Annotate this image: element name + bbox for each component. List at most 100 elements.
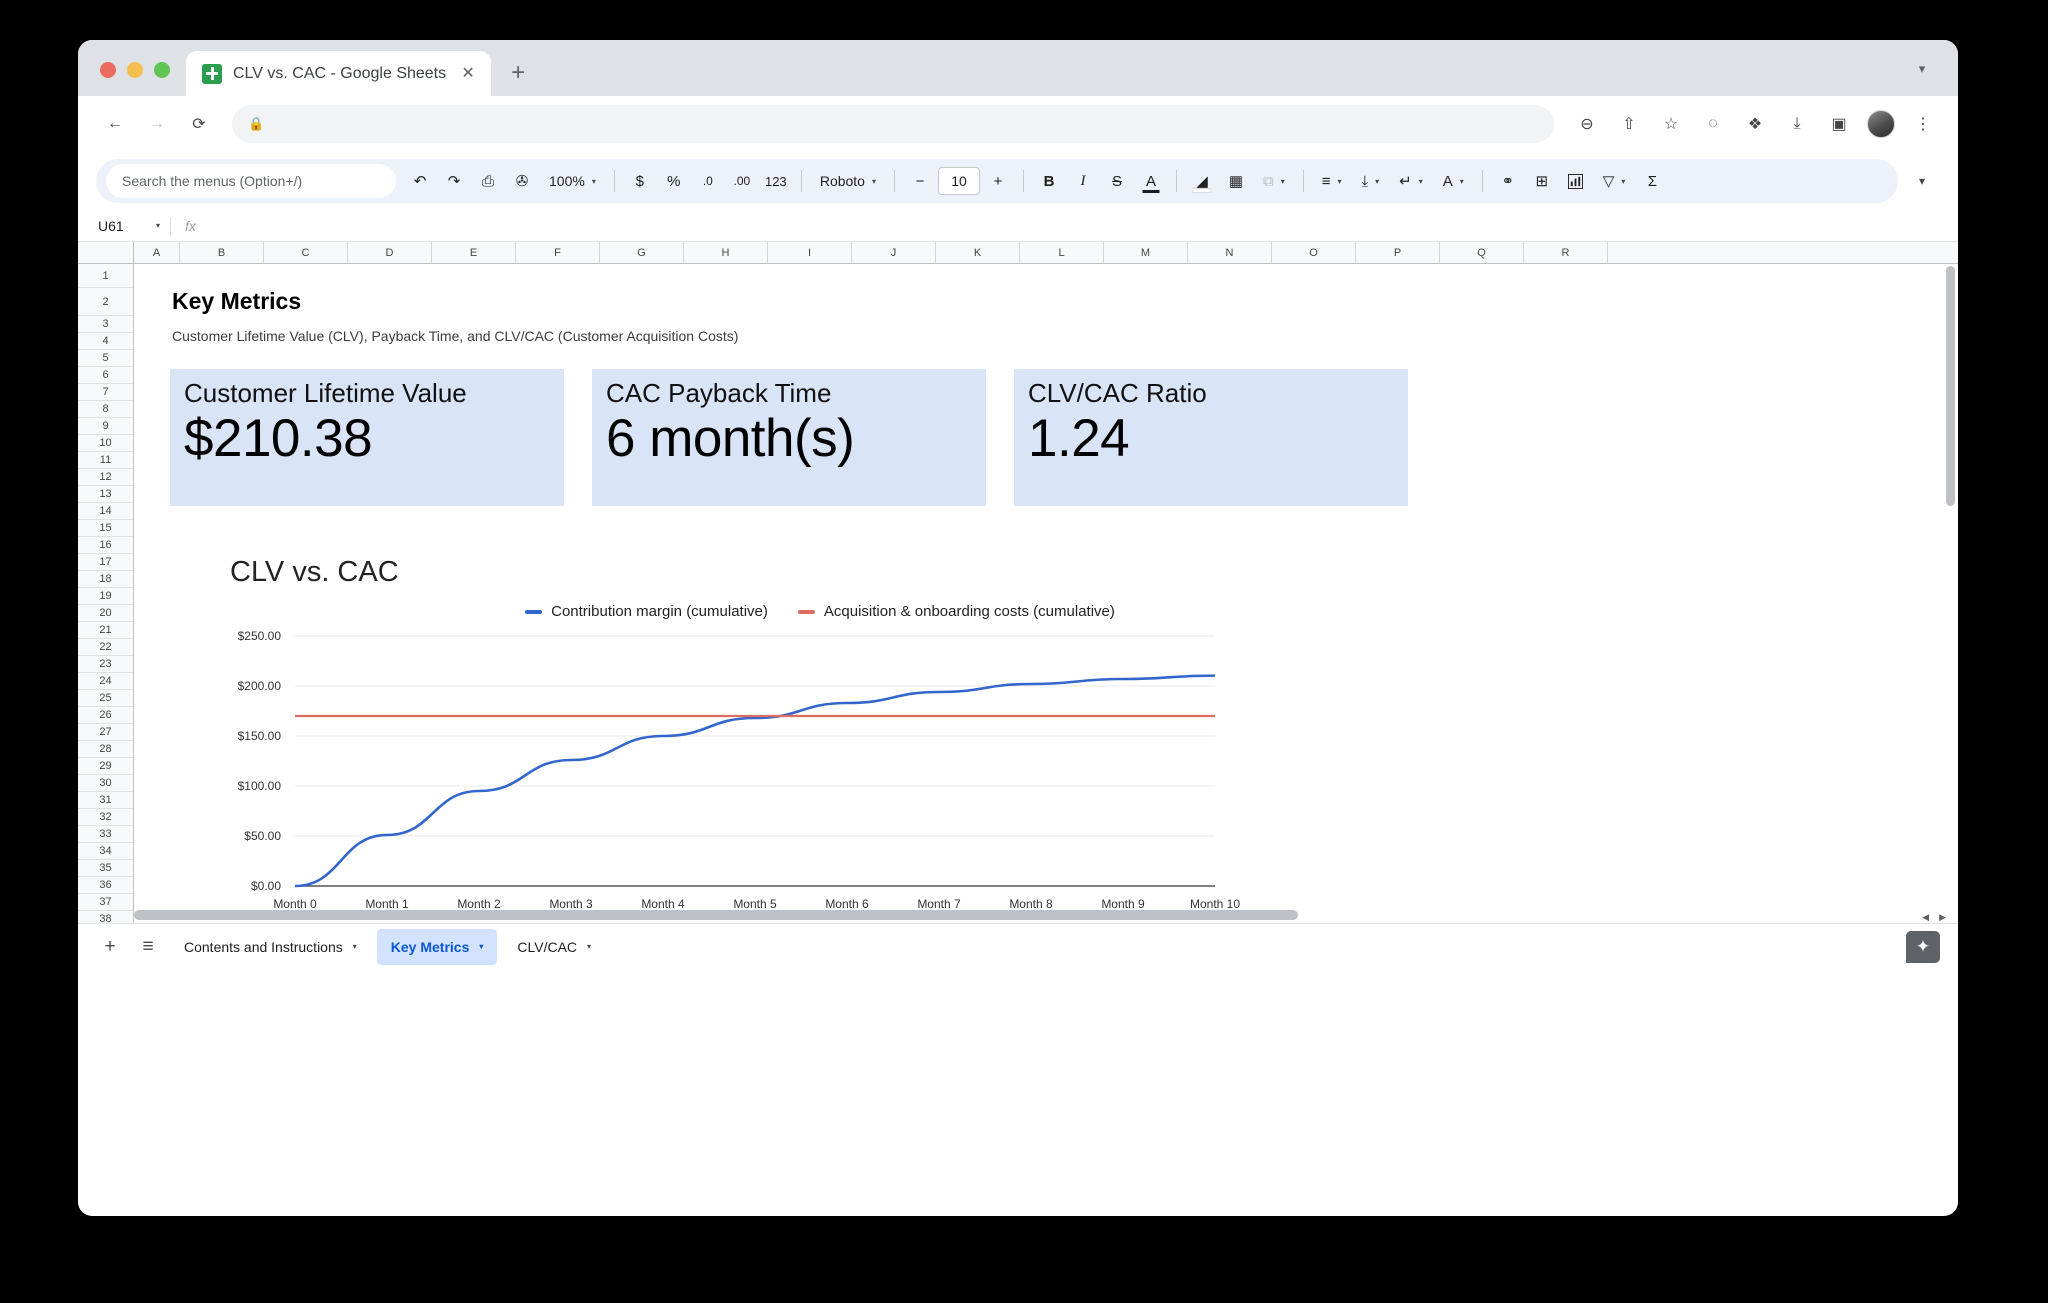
insert-link-button[interactable]: ⚭	[1492, 165, 1524, 197]
column-header-O[interactable]: O	[1272, 242, 1356, 263]
back-button[interactable]: ←	[96, 105, 134, 143]
row-header-23[interactable]: 23	[78, 656, 133, 673]
row-header-35[interactable]: 35	[78, 860, 133, 877]
metric-card-payback[interactable]: CAC Payback Time 6 month(s)	[592, 369, 986, 506]
metric-card-clv[interactable]: Customer Lifetime Value $210.38	[170, 369, 564, 506]
column-header-P[interactable]: P	[1356, 242, 1440, 263]
forward-button[interactable]: →	[138, 105, 176, 143]
scroll-right-icon[interactable]: ▶	[1939, 912, 1946, 923]
row-header-15[interactable]: 15	[78, 520, 133, 537]
horizontal-scrollbar-thumb[interactable]	[134, 910, 1298, 920]
column-header-L[interactable]: L	[1020, 242, 1104, 263]
strikethrough-button[interactable]: S	[1101, 165, 1133, 197]
row-header-14[interactable]: 14	[78, 503, 133, 520]
undo-button[interactable]: ↶	[404, 165, 436, 197]
sheet-tab-clv-cac[interactable]: CLV/CAC ▾	[503, 929, 605, 965]
clv-vs-cac-chart[interactable]: CLV vs. CAC Contribution margin (cumulat…	[170, 550, 1430, 923]
column-header-R[interactable]: R	[1524, 242, 1608, 263]
row-header-28[interactable]: 28	[78, 741, 133, 758]
reload-button[interactable]: ⟳	[180, 105, 218, 143]
extensions-puzzle-icon[interactable]: ❖	[1736, 105, 1774, 143]
row-header-7[interactable]: 7	[78, 384, 133, 401]
column-header-K[interactable]: K	[936, 242, 1020, 263]
row-header-37[interactable]: 37	[78, 894, 133, 911]
column-header-J[interactable]: J	[852, 242, 936, 263]
download-icon[interactable]: ⤓	[1778, 105, 1816, 143]
horizontal-scrollbar[interactable]	[134, 910, 1898, 920]
address-bar[interactable]: 🔒	[232, 105, 1554, 143]
sheet-canvas[interactable]: Key Metrics Customer Lifetime Value (CLV…	[134, 264, 1958, 923]
horizontal-align-button[interactable]: ≡ ▾	[1313, 165, 1351, 197]
vertical-align-button[interactable]: ⤓ ▾	[1353, 165, 1389, 197]
text-color-button[interactable]: A	[1135, 165, 1167, 197]
search-menus-input[interactable]: Search the menus (Option+/)	[106, 164, 396, 198]
borders-button[interactable]: ▦	[1220, 165, 1252, 197]
row-header-38[interactable]: 38	[78, 911, 133, 923]
row-header-30[interactable]: 30	[78, 775, 133, 792]
filter-button[interactable]: ▽ ▾	[1594, 165, 1635, 197]
font-family-select[interactable]: Roboto ▾	[811, 165, 885, 197]
row-header-5[interactable]: 5	[78, 350, 133, 367]
text-wrap-button[interactable]: ↵ ▾	[1390, 165, 1432, 197]
avatar[interactable]	[1862, 105, 1900, 143]
vertical-scrollbar[interactable]	[1946, 266, 1955, 506]
chevron-down-icon[interactable]: ▾	[587, 942, 591, 951]
close-icon[interactable]: ✕	[457, 63, 479, 85]
text-rotation-button[interactable]: A ▾	[1434, 165, 1473, 197]
decrease-decimal-button[interactable]: .0	[692, 165, 724, 197]
row-header-1[interactable]: 1	[78, 264, 133, 288]
chevron-down-icon[interactable]: ▾	[479, 942, 483, 951]
row-header-24[interactable]: 24	[78, 673, 133, 690]
legend-item-acquisition-costs[interactable]: Acquisition & onboarding costs (cumulati…	[798, 603, 1115, 620]
scroll-left-icon[interactable]: ◀	[1922, 912, 1929, 923]
maximize-window-button[interactable]	[154, 62, 170, 78]
sheet-tab-contents-and-instructions[interactable]: Contents and Instructions ▾	[170, 929, 371, 965]
insert-chart-button[interactable]	[1560, 165, 1592, 197]
bold-button[interactable]: B	[1033, 165, 1065, 197]
column-header-I[interactable]: I	[768, 242, 852, 263]
metric-card-ratio[interactable]: CLV/CAC Ratio 1.24	[1014, 369, 1408, 506]
sheet-tab-key-metrics[interactable]: Key Metrics ▾	[377, 929, 498, 965]
browser-tab[interactable]: CLV vs. CAC - Google Sheets ✕	[186, 51, 491, 96]
paint-format-button[interactable]: ✇	[506, 165, 538, 197]
all-sheets-button[interactable]: ≡	[130, 929, 166, 965]
close-window-button[interactable]	[100, 62, 116, 78]
row-header-33[interactable]: 33	[78, 826, 133, 843]
row-header-17[interactable]: 17	[78, 554, 133, 571]
row-header-6[interactable]: 6	[78, 367, 133, 384]
zoom-out-icon[interactable]: ⊖	[1568, 105, 1606, 143]
increase-font-size-button[interactable]: +	[982, 165, 1014, 197]
side-panel-icon[interactable]: ▣	[1820, 105, 1858, 143]
row-header-3[interactable]: 3	[78, 316, 133, 333]
functions-button[interactable]: Σ	[1636, 165, 1668, 197]
row-header-4[interactable]: 4	[78, 333, 133, 350]
column-header-E[interactable]: E	[432, 242, 516, 263]
zoom-level-select[interactable]: 100% ▾	[540, 165, 605, 197]
row-header-8[interactable]: 8	[78, 401, 133, 418]
row-header-25[interactable]: 25	[78, 690, 133, 707]
row-header-21[interactable]: 21	[78, 622, 133, 639]
column-header-N[interactable]: N	[1188, 242, 1272, 263]
explore-button[interactable]: ✦	[1906, 931, 1940, 963]
row-header-26[interactable]: 26	[78, 707, 133, 724]
browser-menu-icon[interactable]: ⋮	[1904, 105, 1942, 143]
row-header-9[interactable]: 9	[78, 418, 133, 435]
merge-cells-button[interactable]: ⧉ ▾	[1254, 165, 1294, 197]
row-header-34[interactable]: 34	[78, 843, 133, 860]
collapse-toolbar-button[interactable]: ▾	[1904, 163, 1940, 199]
column-header-H[interactable]: H	[684, 242, 768, 263]
column-header-M[interactable]: M	[1104, 242, 1188, 263]
chevron-down-icon[interactable]: ▾	[353, 942, 357, 951]
row-header-22[interactable]: 22	[78, 639, 133, 656]
row-header-13[interactable]: 13	[78, 486, 133, 503]
row-header-2[interactable]: 2	[78, 288, 133, 316]
row-header-10[interactable]: 10	[78, 435, 133, 452]
fill-color-button[interactable]: ◢	[1186, 165, 1218, 197]
add-sheet-button[interactable]: +	[92, 929, 128, 965]
select-all-corner[interactable]	[78, 242, 134, 263]
decrease-font-size-button[interactable]: −	[904, 165, 936, 197]
insert-comment-button[interactable]: ⊞	[1526, 165, 1558, 197]
row-header-32[interactable]: 32	[78, 809, 133, 826]
column-header-Q[interactable]: Q	[1440, 242, 1524, 263]
row-header-31[interactable]: 31	[78, 792, 133, 809]
